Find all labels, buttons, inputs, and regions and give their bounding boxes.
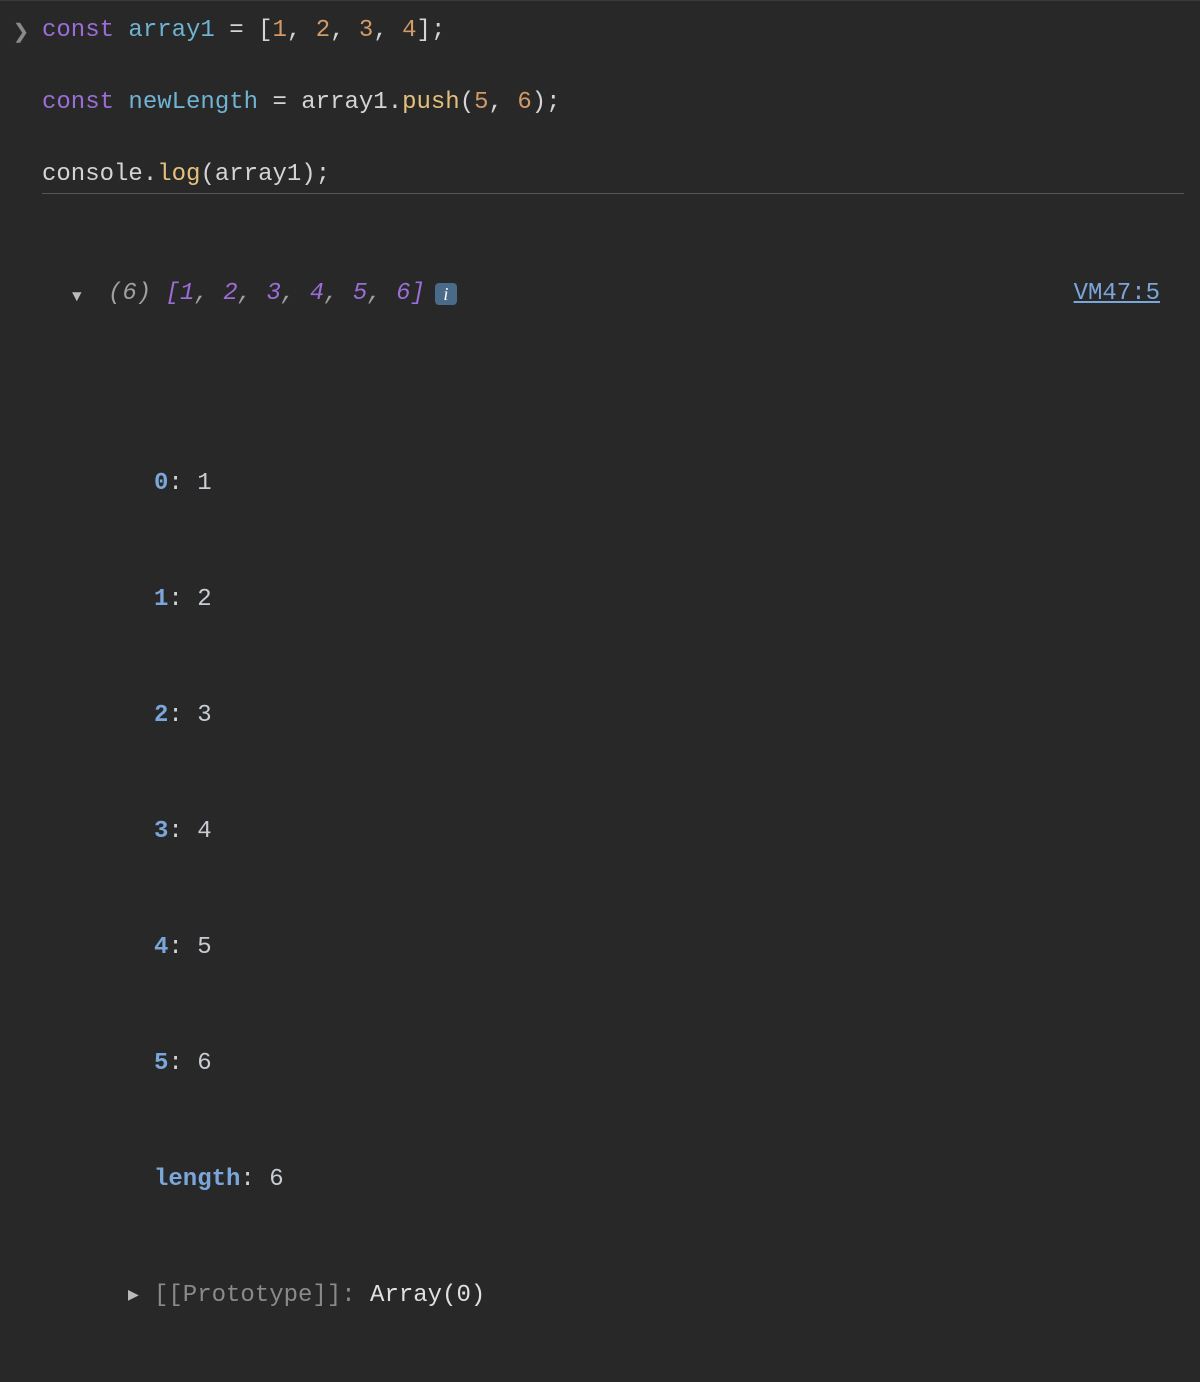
var-array1: array1 <box>128 17 214 44</box>
length-key: length <box>154 1166 240 1193</box>
num-lit: 3 <box>359 17 373 44</box>
prototype-key: [[Prototype]] <box>154 1278 341 1314</box>
output-summary-line[interactable]: (6) [1, 2, 3, 4, 5, 6] i VM47:5 <box>42 276 1184 312</box>
array-summary[interactable]: (6) [1, 2, 3, 4, 5, 6] <box>108 276 425 312</box>
bracket-open: [ <box>258 17 272 44</box>
disclosure-triangle-icon[interactable]: ▶ <box>128 1286 154 1307</box>
op-eq: = <box>229 17 243 44</box>
num-lit: 1 <box>272 17 286 44</box>
array-entry[interactable]: 1: 2 <box>154 578 1184 622</box>
console-input-code[interactable]: const array1 = [1, 2, 3, 4]; const newLe… <box>42 13 1200 1382</box>
method-log: log <box>157 161 200 188</box>
semicolon: ; <box>431 17 445 44</box>
array-entry[interactable]: 4: 5 <box>154 926 1184 970</box>
console-output-row: (6) [1, 2, 3, 4, 5, 6] i VM47:5 0: 1 1: … <box>42 193 1184 1382</box>
var-newLength: newLength <box>128 89 258 116</box>
ident-console: console <box>42 161 143 188</box>
length-val: 6 <box>269 1166 283 1193</box>
array-entry[interactable]: 0: 1 <box>154 462 1184 506</box>
array-length-summary: (6) <box>108 280 151 307</box>
array-entry[interactable]: 3: 4 <box>154 810 1184 854</box>
disclosure-triangle-icon[interactable] <box>72 279 108 309</box>
bracket-close: ] <box>417 17 431 44</box>
arg-array1: array1 <box>215 161 301 188</box>
keyword-const: const <box>42 89 114 116</box>
console-input-row: ❯ const array1 = [1, 2, 3, 4]; const new… <box>0 0 1200 1382</box>
op-eq: = <box>272 89 286 116</box>
num-lit: 4 <box>402 17 416 44</box>
array-entry[interactable]: 5: 6 <box>154 1042 1184 1086</box>
array-properties: 0: 1 1: 2 2: 3 3: 4 4: 5 5: 6 length: 6 … <box>42 384 1184 1382</box>
prototype-val: Array(0) <box>370 1278 485 1314</box>
length-property[interactable]: length: 6 <box>154 1158 1184 1202</box>
info-icon[interactable]: i <box>435 283 457 305</box>
array-entry[interactable]: 2: 3 <box>154 694 1184 738</box>
num-lit: 6 <box>517 89 531 116</box>
prototype-property[interactable]: ▶ [[Prototype]]: Array(0) <box>154 1274 1184 1324</box>
ident-array1: array1 <box>301 89 387 116</box>
method-push: push <box>402 89 460 116</box>
input-prompt-icon: ❯ <box>0 13 42 1382</box>
num-lit: 2 <box>316 17 330 44</box>
num-lit: 5 <box>474 89 488 116</box>
keyword-const: const <box>42 17 114 44</box>
source-link[interactable]: VM47:5 <box>1074 276 1160 312</box>
